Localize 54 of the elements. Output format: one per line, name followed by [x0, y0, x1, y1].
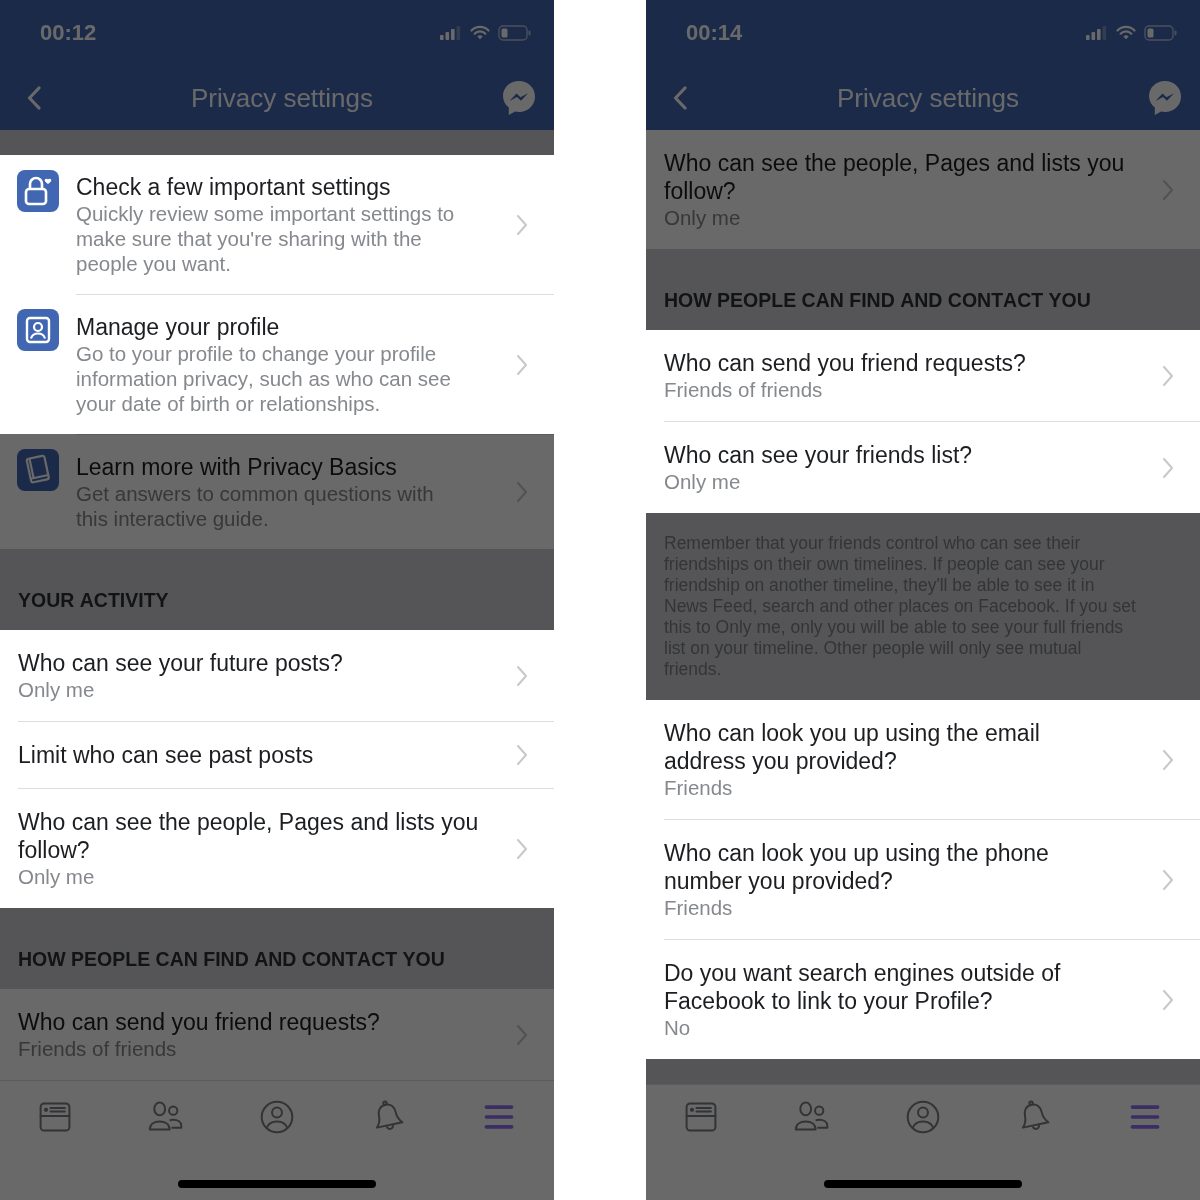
setting-title: Who can send you friend requests?	[18, 1008, 381, 1036]
user-square-icon	[17, 309, 59, 351]
setting-value: Only me	[18, 677, 96, 702]
section-header: HOW PEOPLE CAN FIND AND CONTACT YOU	[646, 249, 1200, 330]
shortcut-title: Learn more with Privacy Basics	[76, 453, 398, 481]
shortcut-title: Check a few important settings	[76, 173, 392, 201]
chevron-right-icon	[516, 744, 528, 766]
lock-icon	[17, 170, 59, 212]
wifi-icon	[470, 25, 490, 40]
wifi-icon	[1116, 25, 1136, 40]
chevron-right-icon	[1162, 456, 1174, 479]
shortcut-description: Quickly review some important settings to make sure that you're sharing with the people you want.	[76, 201, 456, 276]
status-time: 00:12	[40, 19, 97, 46]
setting-title: Who can see the people, Pages and lists you follow?	[664, 149, 1126, 205]
chevron-right-icon	[516, 837, 528, 860]
setting-title: Who can see your future posts?	[18, 649, 344, 677]
setting-title: Do you want search engines outside of Facebook to link to your Profile?	[664, 959, 1062, 1015]
setting-title: Who can look you up using the email address you provided?	[664, 719, 1041, 775]
status-time: 00:14	[686, 19, 743, 46]
back-icon[interactable]	[27, 85, 41, 110]
chevron-right-icon	[1162, 748, 1174, 771]
shortcut-title: Manage your profile	[76, 313, 281, 341]
user-circle-icon[interactable]	[905, 1099, 941, 1135]
setting-value: Friends of friends	[664, 377, 824, 402]
setting-value: Friends	[664, 895, 734, 920]
chat-bubble-icon[interactable]	[1147, 79, 1183, 116]
chevron-right-icon	[516, 664, 528, 687]
setting-value: Only me	[18, 864, 96, 889]
shortcut-description: Go to your profile to change your profile information privacy, such as who can see your date of birth or relationships.	[76, 341, 452, 416]
chevron-right-icon	[1162, 868, 1174, 891]
chat-bubble-icon[interactable]	[501, 79, 537, 116]
setting-title: Who can see your friends list?	[664, 441, 974, 469]
screen-title: Privacy settings	[835, 82, 1021, 113]
chevron-right-icon	[516, 353, 528, 376]
signal-icon	[1086, 25, 1108, 40]
setting-title: Who can send you friend requests?	[664, 349, 1027, 377]
chevron-right-icon	[1162, 988, 1174, 1011]
section-header: YOUR ACTIVITY	[0, 549, 554, 630]
book-icon	[17, 449, 59, 491]
section-header: HOW PEOPLE CAN FIND AND CONTACT YOU	[0, 908, 554, 989]
chevron-right-icon	[1162, 364, 1174, 387]
back-icon[interactable]	[673, 85, 687, 110]
user-circle-icon[interactable]	[259, 1099, 295, 1135]
signal-icon	[440, 25, 462, 40]
screen-title: Privacy settings	[189, 82, 375, 113]
battery-icon	[498, 24, 532, 41]
setting-value: Only me	[664, 469, 742, 494]
chevron-right-icon	[516, 213, 528, 236]
setting-title: Limit who can see past posts	[18, 741, 315, 769]
setting-title: Who can see the people, Pages and lists you follow?	[18, 808, 480, 864]
battery-icon	[1144, 24, 1178, 41]
setting-value: No	[664, 1015, 692, 1040]
setting-value: Friends	[664, 775, 734, 800]
setting-title: Who can look you up using the phone number you provided?	[664, 839, 1050, 895]
